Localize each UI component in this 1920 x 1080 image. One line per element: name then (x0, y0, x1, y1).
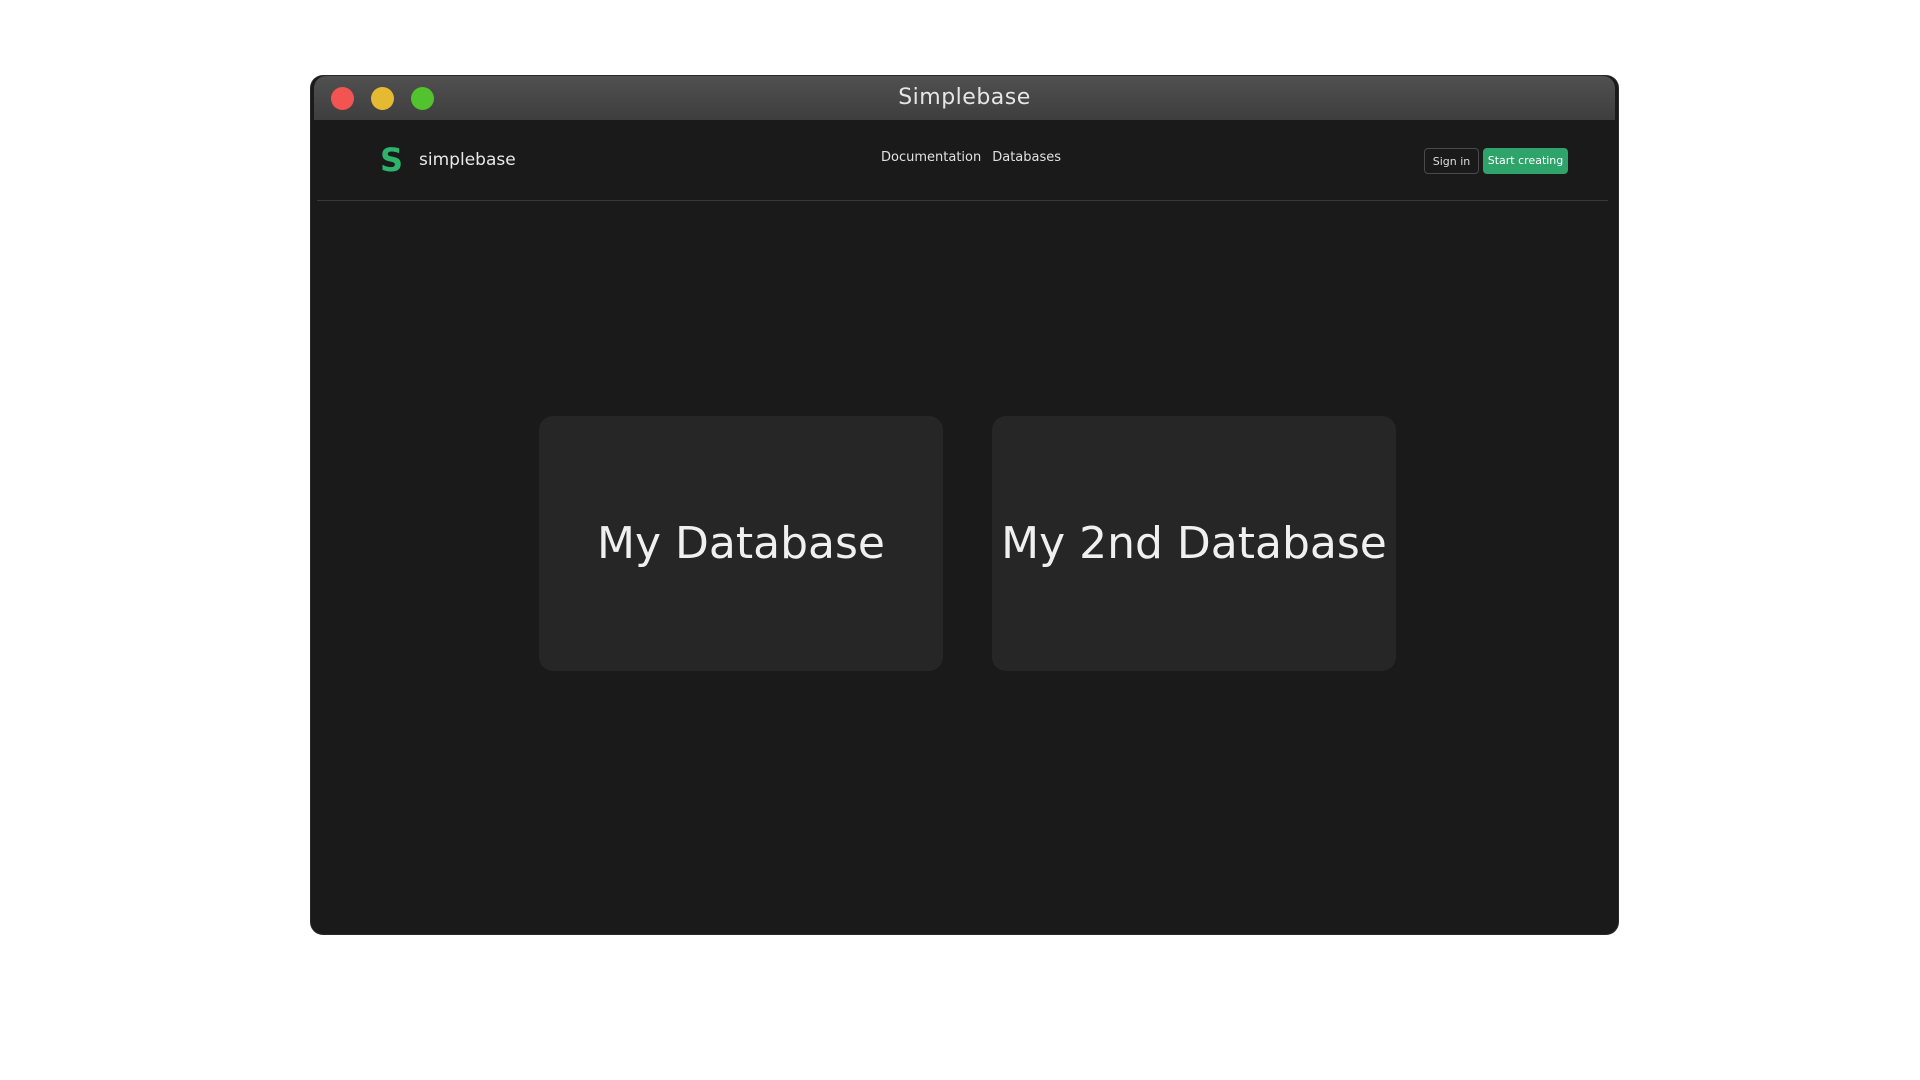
sign-in-button[interactable]: Sign in (1424, 148, 1479, 174)
database-card-title: My Database (597, 518, 885, 569)
app-window: Simplebase S simplebase Documentation Da… (311, 76, 1618, 934)
database-card[interactable]: My 2nd Database (992, 416, 1396, 671)
database-card[interactable]: My Database (539, 416, 943, 671)
window-title: Simplebase (898, 85, 1031, 110)
nav-link-documentation[interactable]: Documentation (881, 150, 981, 165)
top-navbar: S simplebase Documentation Databases Sig… (317, 120, 1608, 201)
logo-icon: S (380, 141, 404, 179)
brand-name: simplebase (419, 150, 516, 170)
start-creating-button[interactable]: Start creating (1483, 148, 1568, 174)
database-card-title: My 2nd Database (1001, 518, 1387, 569)
nav-links: Documentation Databases (881, 150, 1061, 165)
window-titlebar[interactable]: Simplebase (314, 76, 1615, 120)
nav-actions: Sign in Start creating (1424, 148, 1568, 174)
brand-link[interactable]: S simplebase (380, 142, 516, 178)
nav-link-databases[interactable]: Databases (992, 150, 1061, 165)
